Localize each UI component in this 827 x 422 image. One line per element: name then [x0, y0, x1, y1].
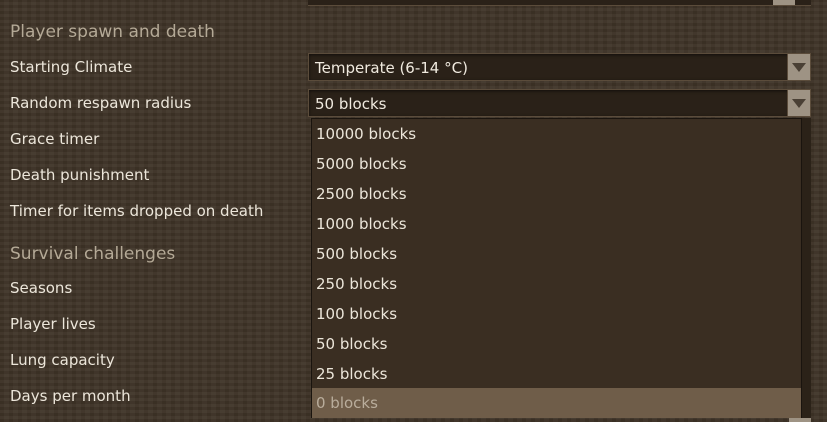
respawn-radius-value: 50 blocks [315, 95, 387, 113]
starting-climate-select[interactable]: Temperate (6-14 °C) [308, 53, 811, 81]
dropdown-option[interactable]: 25 blocks [312, 359, 801, 389]
section-title-survival: Survival challenges [10, 244, 176, 264]
chevron-down-icon[interactable] [787, 54, 810, 80]
days-per-month-label: Days per month [10, 387, 131, 405]
section-title-player-spawn: Player spawn and death [10, 22, 215, 42]
dropped-items-timer-label: Timer for items dropped on death [10, 202, 264, 220]
dropdown-option[interactable]: 10000 blocks [312, 119, 801, 149]
dropdown-option[interactable]: 250 blocks [312, 269, 801, 299]
dropdown-option[interactable]: 2500 blocks [312, 179, 801, 209]
dropdown-option[interactable]: 1000 blocks [312, 209, 801, 239]
previous-setting-select[interactable] [308, 0, 811, 6]
starting-climate-value: Temperate (6-14 °C) [315, 59, 468, 77]
seasons-label: Seasons [10, 279, 73, 297]
dropdown-option[interactable]: 100 blocks [312, 299, 801, 329]
respawn-radius-label: Random respawn radius [10, 94, 192, 112]
chevron-down-icon[interactable] [773, 0, 795, 5]
dropdown-option[interactable]: 5000 blocks [312, 149, 801, 179]
lung-capacity-label: Lung capacity [10, 351, 115, 369]
grace-timer-label: Grace timer [10, 130, 100, 148]
respawn-radius-dropdown-list[interactable]: 10000 blocks 5000 blocks 2500 blocks 100… [311, 118, 802, 418]
death-punishment-label: Death punishment [10, 166, 150, 184]
dropdown-scroll-edge [802, 118, 811, 422]
chevron-down-icon[interactable] [787, 90, 810, 116]
respawn-radius-select[interactable]: 50 blocks [308, 89, 811, 117]
starting-climate-label: Starting Climate [10, 58, 133, 76]
dropdown-option-highlighted[interactable]: 0 blocks [312, 388, 801, 418]
chevron-down-icon[interactable] [789, 418, 811, 422]
dropdown-option[interactable]: 500 blocks [312, 239, 801, 269]
dropdown-option[interactable]: 50 blocks [312, 329, 801, 359]
player-lives-label: Player lives [10, 315, 96, 333]
